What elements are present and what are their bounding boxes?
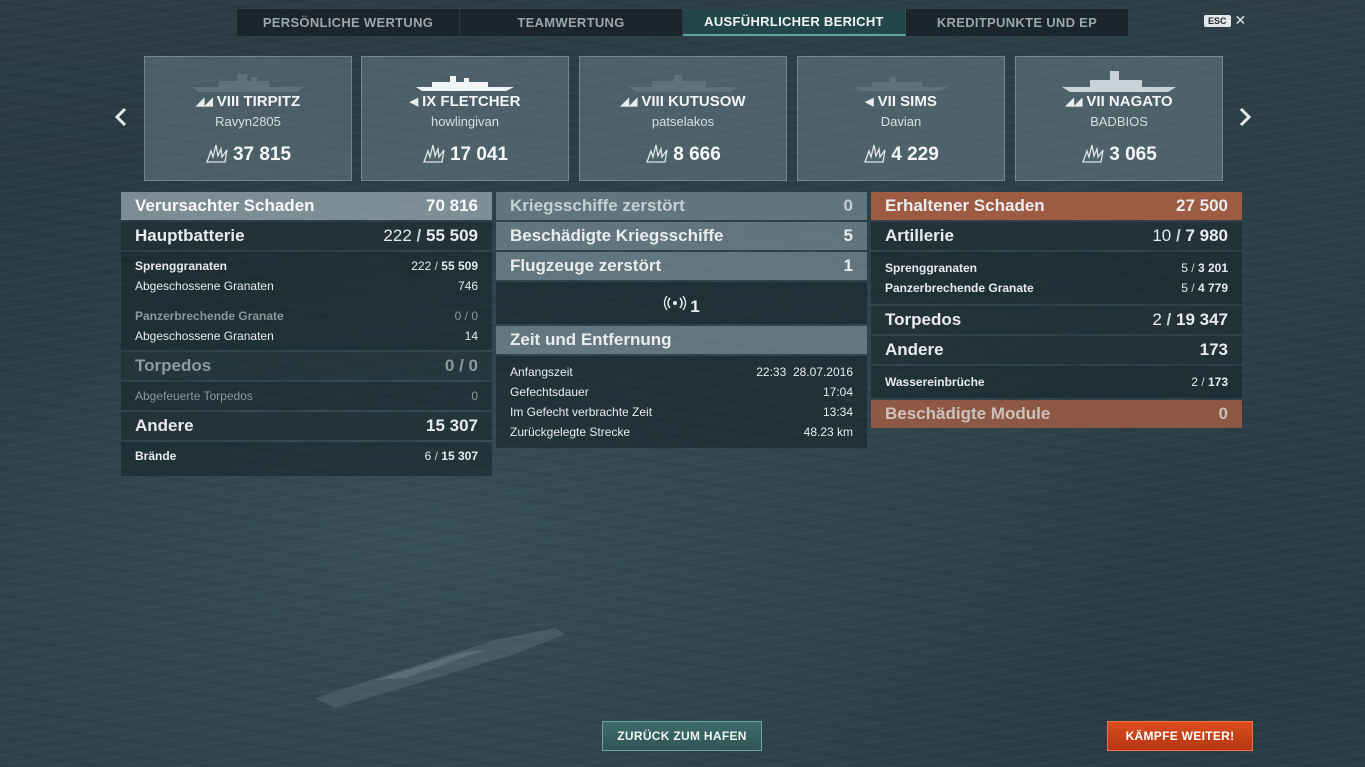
modules-damaged-row: Beschädigte Module 0 — [871, 400, 1242, 428]
other-damage-row: Andere 15 307 — [121, 412, 492, 440]
ships-damaged-row: Beschädigte Kriegsschiffe 5 — [496, 222, 867, 250]
stat-row: Panzerbrechende Granate 5 / 4 779 — [885, 281, 1228, 295]
explosion-icon — [864, 144, 886, 163]
ship-card[interactable]: ◢◢ VIII KUTUSOW patselakos 8 666 — [579, 56, 787, 181]
tab-personal-score[interactable]: PERSÖNLICHE WERTUNG — [237, 9, 460, 36]
ship-silhouette-icon — [191, 74, 305, 92]
main-battery-row: Hauptbatterie 222 / 55 509 — [121, 222, 492, 250]
stat-row: Abgeschossene Granaten 14 — [135, 329, 478, 343]
ship-name: ◀ IX FLETCHER — [409, 93, 521, 110]
ship-card[interactable]: ◢◢ VII NAGATO BADBIOS 3 065 — [1015, 56, 1223, 181]
damage-value: 8 666 — [580, 143, 786, 166]
damage-value: 17 041 — [362, 143, 568, 166]
explosion-icon — [646, 144, 668, 163]
stat-row: Panzerbrechende Granate 0 / 0 — [135, 309, 478, 323]
player-name: Davian — [880, 114, 922, 129]
stat-row: Sprenggranaten 5 / 3 201 — [885, 261, 1228, 275]
time-distance-header: Zeit und Entfernung — [496, 326, 867, 354]
player-name: howlingivan — [431, 114, 499, 129]
ship-name: ◢◢ VIII TIRPITZ — [195, 93, 301, 110]
damage-value: 37 815 — [145, 143, 351, 166]
ships-destroyed-row: Kriegsschiffe zerstört 0 — [496, 192, 867, 220]
close-button[interactable]: ESC ✕ — [1204, 12, 1246, 29]
damage-received-header: Erhaltener Schaden 27 500 — [871, 192, 1242, 220]
ship-name: ◢◢ VII NAGATO — [1065, 93, 1173, 110]
esc-key-label: ESC — [1204, 14, 1231, 27]
spotted-count: 1 — [690, 297, 700, 316]
destroyer-icon: ◀ — [865, 96, 874, 108]
stat-row: Brände 6 / 15 307 — [135, 449, 478, 463]
player-name: patselakos — [651, 114, 715, 129]
cruiser-icon: ◢◢ — [620, 96, 638, 108]
chevron-left-icon[interactable] — [112, 106, 130, 128]
continue-battle-button[interactable]: KÄMPFE WEITER! — [1107, 721, 1253, 751]
close-icon: ✕ — [1234, 12, 1247, 28]
stat-row: Anfangszeit 22:33 28.07.2016 — [510, 365, 853, 379]
sunken-ship-image — [315, 628, 565, 708]
explosion-icon — [423, 144, 445, 163]
artillery-row: Artillerie 10 / 7 980 — [871, 222, 1242, 250]
explosion-icon — [1082, 144, 1104, 163]
ship-silhouette-icon — [628, 75, 738, 92]
ship-name: ◀ VII SIMS — [865, 93, 937, 110]
damage-value: 4 229 — [798, 143, 1004, 166]
damage-value: 3 065 — [1016, 143, 1222, 166]
tab-credits-xp[interactable]: KREDITPUNKTE UND EP — [906, 9, 1128, 36]
ship-card[interactable]: ◀ VII SIMS Davian 4 229 — [797, 56, 1005, 181]
other-damage-details: Brände 6 / 15 307 — [121, 442, 492, 476]
main-battery-details: Sprenggranaten 222 / 55 509 Abgeschossen… — [121, 252, 492, 350]
stat-row: Abgefeuerte Torpedos 0 — [135, 389, 478, 403]
player-name: Ravyn2805 — [215, 114, 281, 129]
ship-silhouette-icon — [416, 76, 514, 91]
time-distance-details: Anfangszeit 22:33 28.07.2016 Gefechtsdau… — [496, 356, 867, 448]
spotted-box: 1 — [496, 282, 867, 324]
ship-silhouette-icon — [854, 77, 948, 91]
ship-silhouette-icon — [1062, 71, 1176, 92]
battleship-icon: ◢◢ — [1065, 96, 1083, 108]
destroyer-icon: ◀ — [409, 96, 419, 108]
stat-row: Wassereinbrüche 2 / 173 — [885, 375, 1228, 389]
stat-row: Zurückgelegte Strecke 48.23 km — [510, 425, 853, 439]
ship-card[interactable]: ◢◢ VIII TIRPITZ Ravyn2805 37 815 — [144, 56, 352, 181]
stat-row: Sprenggranaten 222 / 55 509 — [135, 259, 478, 273]
player-name: BADBIOS — [1090, 114, 1148, 129]
ship-card[interactable]: ◀ IX FLETCHER howlingivan 17 041 — [361, 56, 569, 181]
stat-row: Gefechtsdauer 17:04 — [510, 385, 853, 399]
torpedoes-row: Torpedos 0 / 0 — [121, 352, 492, 380]
planes-destroyed-row: Flugzeuge zerstört 1 — [496, 252, 867, 280]
tab-bar: PERSÖNLICHE WERTUNG TEAMWERTUNG AUSFÜHRL… — [236, 8, 1129, 37]
other-received-row: Andere 173 — [871, 336, 1242, 364]
damage-dealt-panel: Verursachter Schaden 70 816 Hauptbatteri… — [121, 192, 492, 478]
ship-name: ◢◢ VIII KUTUSOW — [620, 93, 746, 110]
stat-row: Im Gefecht verbrachte Zeit 13:34 — [510, 405, 853, 419]
radio-signal-icon — [664, 295, 687, 311]
other-received-details: Wassereinbrüche 2 / 173 — [871, 366, 1242, 398]
torpedoes-details: Abgefeuerte Torpedos 0 — [121, 382, 492, 410]
explosion-icon — [206, 144, 228, 163]
stat-row: Abgeschossene Granaten 746 — [135, 279, 478, 293]
torpedoes-received-row: Torpedos 2 / 19 347 — [871, 306, 1242, 334]
battleship-icon: ◢◢ — [195, 96, 213, 108]
chevron-right-icon[interactable] — [1236, 106, 1254, 128]
artillery-details: Sprenggranaten 5 / 3 201 Panzerbrechende… — [871, 252, 1242, 304]
tab-detailed-report[interactable]: AUSFÜHRLICHER BERICHT — [683, 9, 906, 36]
damage-received-panel: Erhaltener Schaden 27 500 Artillerie 10 … — [871, 192, 1242, 428]
back-to-port-button[interactable]: ZURÜCK ZUM HAFEN — [602, 721, 762, 751]
battle-summary-panel: Kriegsschiffe zerstört 0 Beschädigte Kri… — [496, 192, 867, 450]
tab-team-score[interactable]: TEAMWERTUNG — [460, 9, 683, 36]
damage-dealt-header: Verursachter Schaden 70 816 — [121, 192, 492, 220]
